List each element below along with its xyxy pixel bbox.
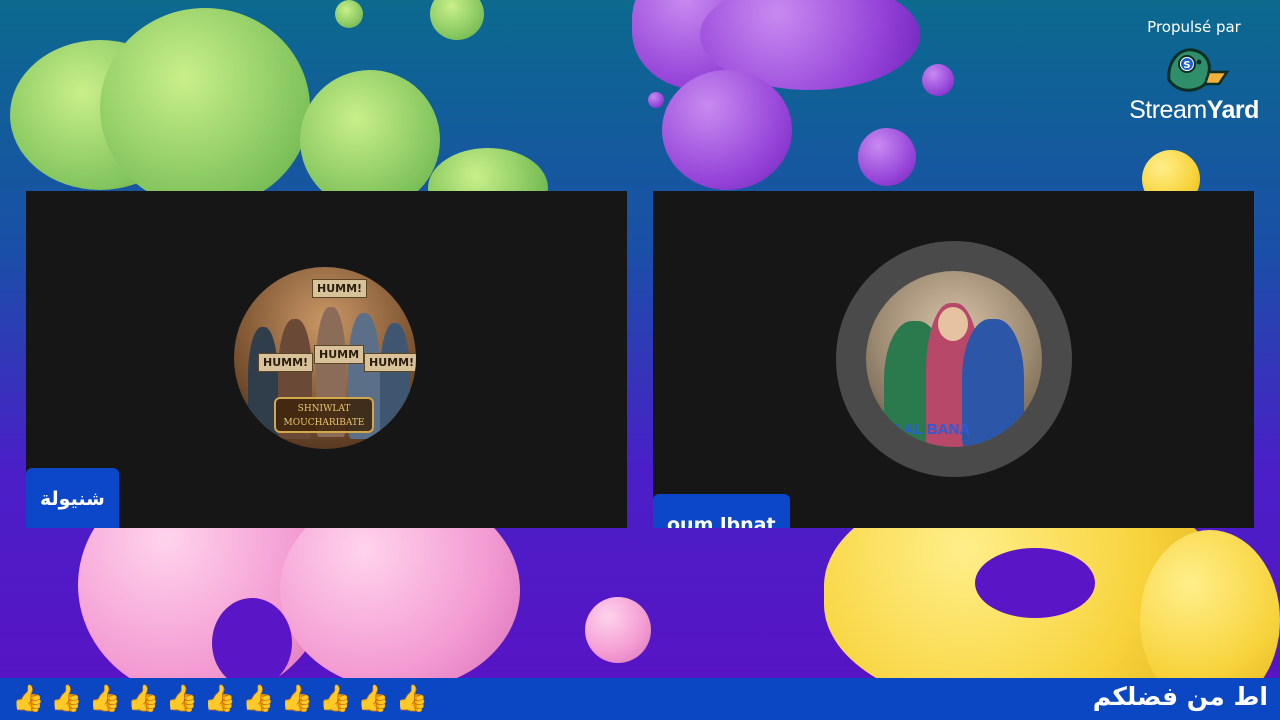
streamyard-branding: Propulsé par S StreamYard (1124, 18, 1264, 125)
crowd-figure (962, 319, 1024, 447)
participant-name-label: oum lbnat (653, 494, 790, 528)
crowd-figure (380, 323, 410, 439)
powered-by-label: Propulsé par (1147, 18, 1241, 36)
sign-text: HUMM! (312, 279, 368, 298)
background-blob (662, 70, 792, 190)
background-blob (858, 128, 916, 186)
wordmark-bold: Yard (1206, 96, 1260, 124)
duck-logo-icon: S (1157, 40, 1231, 98)
sign-text: HUMM (314, 345, 365, 364)
ticker-text: اط من فضلكم (1092, 682, 1268, 711)
background-blob (585, 597, 651, 663)
stream-canvas: { "branding": { "powered_by": "Propulsé … (0, 0, 1280, 720)
background-blob (212, 598, 292, 688)
thumbs-up-icon: 👍👍👍👍👍👍👍👍👍👍👍 (12, 684, 435, 714)
face (938, 307, 968, 341)
background-blob (648, 92, 664, 108)
svg-text:S: S (1183, 60, 1190, 71)
avatar-plaque: SHNIWLAT MOUCHARIBATE (274, 397, 374, 433)
participant-avatar: UM AL BANA (866, 271, 1042, 447)
background-blob (430, 0, 484, 40)
background-blob (300, 70, 440, 210)
participant-tile-1[interactable]: HUMM! HUMM! HUMM HUMM! SHNIWLAT MOUCHARI… (26, 191, 627, 528)
ticker-banner: 👍👍👍👍👍👍👍👍👍👍👍 اط من فضلكم (0, 678, 1280, 720)
participant-name-label: شنيولة (26, 468, 119, 528)
background-blob (100, 8, 310, 208)
background-blob (335, 0, 363, 28)
participant-tile-2[interactable]: UM AL BANA oum lbnat (653, 191, 1254, 528)
plaque-line: MOUCHARIBATE (283, 418, 365, 428)
plaque-line: SHNIWLAT (297, 404, 351, 414)
background-blob (922, 64, 954, 96)
participant-avatar: HUMM! HUMM! HUMM HUMM! SHNIWLAT MOUCHARI… (234, 267, 416, 449)
wordmark-light: Stream (1129, 96, 1207, 124)
sign-text: HUMM! (364, 353, 416, 372)
streamyard-wordmark: StreamYard (1124, 96, 1264, 125)
sign-text: HUMM! (258, 353, 314, 372)
background-blob (975, 548, 1095, 618)
avatar-caption: UM AL BANA (876, 421, 971, 438)
